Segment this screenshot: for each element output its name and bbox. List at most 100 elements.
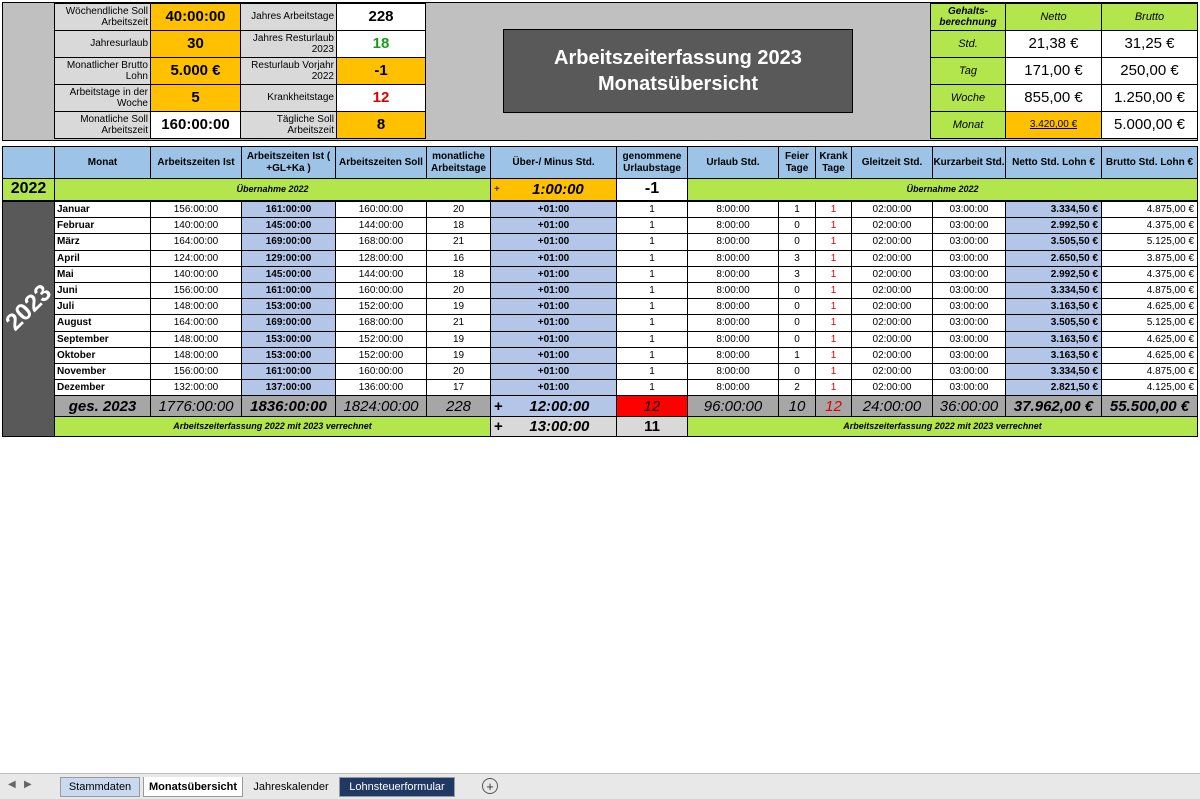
- totals-krank[interactable]: 12: [815, 395, 852, 417]
- table-cell-gleit[interactable]: 02:00:00: [851, 217, 933, 235]
- table-cell-ist_gl[interactable]: 153:00:00: [241, 298, 336, 316]
- table-cell-kurz[interactable]: 03:00:00: [932, 363, 1006, 381]
- table-cell-tage[interactable]: 19: [426, 330, 491, 348]
- table-cell-feier[interactable]: 0: [778, 217, 816, 235]
- table-cell-ist[interactable]: 164:00:00: [150, 233, 242, 251]
- sheet-tab[interactable]: Stammdaten: [60, 777, 140, 797]
- salary-netto-value[interactable]: 171,00 €: [1005, 57, 1102, 85]
- table-cell-tage[interactable]: 20: [426, 282, 491, 300]
- column-header[interactable]: Über-/ Minus Std.: [490, 146, 617, 179]
- table-cell-soll[interactable]: 168:00:00: [335, 314, 427, 332]
- table-cell-soll[interactable]: 144:00:00: [335, 217, 427, 235]
- table-cell-ueber[interactable]: +01:00: [490, 217, 617, 235]
- column-header[interactable]: Netto Std. Lohn €: [1005, 146, 1102, 179]
- salary-row-label[interactable]: Woche: [930, 84, 1006, 112]
- table-cell-feier[interactable]: 0: [778, 314, 816, 332]
- table-cell-krank[interactable]: 1: [815, 298, 852, 316]
- uebernahme-right[interactable]: Übernahme 2022: [687, 178, 1198, 201]
- table-cell-ueber[interactable]: +01:00: [490, 314, 617, 332]
- table-cell-monat[interactable]: November: [54, 363, 151, 381]
- table-cell-kurz[interactable]: 03:00:00: [932, 249, 1006, 267]
- table-cell-monat[interactable]: Juni: [54, 282, 151, 300]
- table-cell-netto[interactable]: 3.334,50 €: [1005, 363, 1102, 381]
- column-header[interactable]: Kurzarbeit Std.: [932, 146, 1006, 179]
- table-cell-ist_gl[interactable]: 129:00:00: [241, 249, 336, 267]
- totals-label[interactable]: ges. 2023: [54, 395, 151, 417]
- table-cell-monat[interactable]: Juli: [54, 298, 151, 316]
- column-header[interactable]: Feier Tage: [778, 146, 816, 179]
- table-cell-kurz[interactable]: 03:00:00: [932, 233, 1006, 251]
- table-cell-krank[interactable]: 1: [815, 233, 852, 251]
- table-cell-ist_gl[interactable]: 153:00:00: [241, 346, 336, 364]
- table-cell-ist[interactable]: 132:00:00: [150, 379, 242, 397]
- salary-netto-header[interactable]: Netto: [1005, 3, 1102, 31]
- table-cell-urlaub_std[interactable]: 8:00:00: [687, 201, 779, 219]
- table-cell-tage[interactable]: 17: [426, 379, 491, 397]
- table-cell-netto[interactable]: 2.821,50 €: [1005, 379, 1102, 397]
- table-cell-krank[interactable]: 1: [815, 314, 852, 332]
- summary-left-label[interactable]: Monatliche Soll Arbeitszeit: [54, 111, 151, 139]
- table-cell-urlaub_std[interactable]: 8:00:00: [687, 217, 779, 235]
- table-cell-ueber[interactable]: +01:00: [490, 298, 617, 316]
- table-cell-ist[interactable]: 148:00:00: [150, 330, 242, 348]
- table-cell-feier[interactable]: 3: [778, 265, 816, 283]
- table-cell-feier[interactable]: 2: [778, 379, 816, 397]
- table-cell-urlaub_std[interactable]: 8:00:00: [687, 346, 779, 364]
- table-cell-brutto[interactable]: 4.875,00 €: [1101, 363, 1198, 381]
- salary-brutto-value[interactable]: 31,25 €: [1101, 30, 1198, 58]
- table-cell-soll[interactable]: 144:00:00: [335, 265, 427, 283]
- table-cell-ist[interactable]: 140:00:00: [150, 265, 242, 283]
- table-cell-monat[interactable]: April: [54, 249, 151, 267]
- table-cell-monat[interactable]: Mai: [54, 265, 151, 283]
- table-cell-kurz[interactable]: 03:00:00: [932, 314, 1006, 332]
- table-cell-ist_gl[interactable]: 145:00:00: [241, 265, 336, 283]
- table-cell-urlaub_std[interactable]: 8:00:00: [687, 233, 779, 251]
- table-cell-feier[interactable]: 1: [778, 201, 816, 219]
- table-cell-urlaub_tage[interactable]: 1: [616, 346, 688, 364]
- table-cell-brutto[interactable]: 4.625,00 €: [1101, 330, 1198, 348]
- column-header[interactable]: Krank Tage: [815, 146, 852, 179]
- table-cell-ueber[interactable]: +01:00: [490, 346, 617, 364]
- totals-tage[interactable]: 228: [426, 395, 491, 417]
- table-cell-kurz[interactable]: 03:00:00: [932, 346, 1006, 364]
- uebernahme-vacation[interactable]: -1: [616, 178, 688, 201]
- table-cell-tage[interactable]: 20: [426, 201, 491, 219]
- table-cell-ueber[interactable]: +01:00: [490, 201, 617, 219]
- totals-feier[interactable]: 10: [778, 395, 816, 417]
- totals-kurz[interactable]: 36:00:00: [932, 395, 1006, 417]
- table-cell-brutto[interactable]: 3.875,00 €: [1101, 249, 1198, 267]
- table-cell-gleit[interactable]: 02:00:00: [851, 330, 933, 348]
- carry-note-right[interactable]: Arbeitszeiterfassung 2022 mit 2023 verre…: [687, 416, 1198, 437]
- table-cell-ist_gl[interactable]: 169:00:00: [241, 233, 336, 251]
- column-header[interactable]: Gleitzeit Std.: [851, 146, 933, 179]
- table-cell-ist_gl[interactable]: 161:00:00: [241, 363, 336, 381]
- totals-urlaub-tage[interactable]: 12: [616, 395, 688, 417]
- table-cell-kurz[interactable]: 03:00:00: [932, 265, 1006, 283]
- table-cell-feier[interactable]: 0: [778, 363, 816, 381]
- sheet-tab[interactable]: Lohnsteuerformular: [339, 777, 455, 797]
- table-cell-brutto[interactable]: 5.125,00 €: [1101, 233, 1198, 251]
- summary-left-label[interactable]: Monatlicher Brutto Lohn: [54, 57, 151, 85]
- table-cell-urlaub_std[interactable]: 8:00:00: [687, 379, 779, 397]
- table-cell-ist[interactable]: 156:00:00: [150, 201, 242, 219]
- column-header[interactable]: Brutto Std. Lohn €: [1101, 146, 1198, 179]
- table-cell-krank[interactable]: 1: [815, 201, 852, 219]
- column-header[interactable]: Monat: [54, 146, 151, 179]
- table-cell-soll[interactable]: 160:00:00: [335, 363, 427, 381]
- table-cell-kurz[interactable]: 03:00:00: [932, 330, 1006, 348]
- table-cell-gleit[interactable]: 02:00:00: [851, 282, 933, 300]
- table-cell-netto[interactable]: 3.334,50 €: [1005, 201, 1102, 219]
- table-cell-ist[interactable]: 156:00:00: [150, 282, 242, 300]
- table-cell-feier[interactable]: 0: [778, 282, 816, 300]
- table-cell-urlaub_tage[interactable]: 1: [616, 379, 688, 397]
- table-cell-ueber[interactable]: +01:00: [490, 330, 617, 348]
- sheet-tab[interactable]: Jahreskalender: [248, 777, 334, 797]
- table-cell-gleit[interactable]: 02:00:00: [851, 298, 933, 316]
- table-cell-netto[interactable]: 3.163,50 €: [1005, 298, 1102, 316]
- table-cell-netto[interactable]: 3.334,50 €: [1005, 282, 1102, 300]
- uebernahme-hours-cell[interactable]: + 1:00:00: [490, 178, 617, 201]
- salary-row-label[interactable]: Monat: [930, 111, 1006, 139]
- table-cell-gleit[interactable]: 02:00:00: [851, 363, 933, 381]
- table-cell-ist[interactable]: 156:00:00: [150, 363, 242, 381]
- table-cell-urlaub_tage[interactable]: 1: [616, 265, 688, 283]
